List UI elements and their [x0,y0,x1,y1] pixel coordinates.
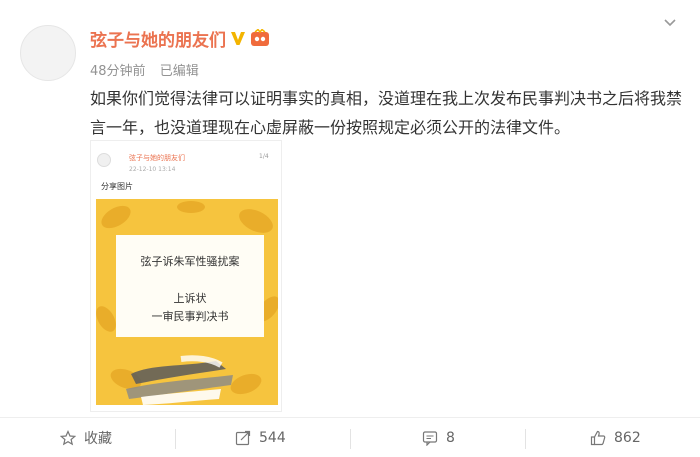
v-badge-icon [231,32,245,45]
redaction-scribble [126,355,233,405]
post-meta: 48分钟前 已编辑 [90,60,209,79]
divider [525,429,526,449]
attachment-header: 弦子与她的朋友们 22-12-10 13:14 1/4 分享图片 [91,141,281,196]
avatar[interactable] [20,25,76,81]
repost-button[interactable]: 544 [235,418,286,457]
action-bar: 收藏 544 8 862 [0,417,700,457]
attachment-author: 弦子与她的朋友们 [129,154,185,162]
like-count: 862 [614,430,641,446]
document-card: 弦子诉朱军性骚扰案 上诉状 一审民事判决书 [116,235,264,337]
attachment-avatar [97,153,111,167]
weibo-post: 弦子与她的朋友们 48分钟前 已编辑 如果你们觉得法律可以证明事实的真相，没道理… [0,0,700,457]
edited-label: 已编辑 [159,64,199,79]
favorite-label: 收藏 [84,431,112,447]
repost-icon [235,430,251,446]
attachment-time: 22-12-10 13:14 [129,166,176,173]
post-time[interactable]: 48分钟前 [90,64,146,79]
comment-button[interactable]: 8 [422,418,455,457]
card-title: 弦子诉朱军性骚扰案 [140,255,240,268]
thumbs-up-icon [590,430,606,446]
comment-icon [422,431,438,446]
attachment-count: 1/4 [259,153,269,160]
card-line-appeal: 上诉状 [173,292,207,305]
attachment-caption: 分享图片 [101,182,133,191]
member-badge-icon [251,29,269,46]
repost-count: 544 [259,430,286,446]
like-button[interactable]: 862 [590,418,641,457]
comment-count: 8 [446,430,455,446]
star-icon [60,430,76,446]
card-line-judgment: 一审民事判决书 [151,310,229,323]
attached-image[interactable]: 弦子与她的朋友们 22-12-10 13:14 1/4 分享图片 弦子诉朱军性骚… [90,140,282,412]
divider [350,429,351,449]
divider [175,429,176,449]
chevron-down-icon[interactable] [662,14,678,30]
favorite-button[interactable]: 收藏 [60,418,112,457]
attachment-cover: 弦子诉朱军性骚扰案 上诉状 一审民事判决书 [96,199,278,405]
username[interactable]: 弦子与她的朋友们 [90,26,226,51]
post-text: 如果你们觉得法律可以证明事实的真相，没道理在我上次发布民事判决书之后将我禁言一年… [90,89,683,137]
